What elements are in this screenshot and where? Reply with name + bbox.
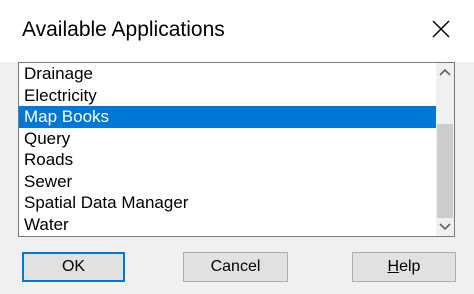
list-item[interactable]: Electricity: [19, 85, 438, 107]
cancel-button[interactable]: Cancel: [183, 252, 288, 282]
list-item[interactable]: Query: [19, 128, 438, 150]
available-applications-dialog: Available Applications Drainage Electric…: [0, 0, 474, 294]
scroll-up-button[interactable]: [436, 63, 454, 81]
list-item[interactable]: Drainage: [19, 63, 438, 85]
dialog-title: Available Applications: [22, 18, 225, 41]
ok-button[interactable]: OK: [22, 252, 125, 282]
help-button[interactable]: Help: [352, 252, 456, 282]
list-item[interactable]: Spatial Data Manager: [19, 192, 438, 214]
chevron-down-icon: [439, 223, 451, 231]
applications-listbox[interactable]: Drainage Electricity Map Books Query Roa…: [18, 62, 455, 237]
listbox-items: Drainage Electricity Map Books Query Roa…: [19, 63, 438, 235]
scrollbar-thumb[interactable]: [437, 124, 453, 218]
list-item[interactable]: Roads: [19, 149, 438, 171]
help-label-rest: elp: [399, 258, 421, 275]
list-item[interactable]: Water: [19, 214, 438, 236]
help-mnemonic: H: [387, 258, 400, 275]
title-bar: Available Applications: [0, 0, 474, 62]
close-button[interactable]: [422, 10, 460, 48]
chevron-up-icon: [439, 68, 451, 76]
list-item[interactable]: Map Books: [19, 106, 438, 128]
list-item[interactable]: Sewer: [19, 171, 438, 193]
scroll-down-button[interactable]: [436, 218, 454, 236]
vertical-scrollbar[interactable]: [436, 63, 454, 236]
close-icon: [432, 20, 450, 38]
